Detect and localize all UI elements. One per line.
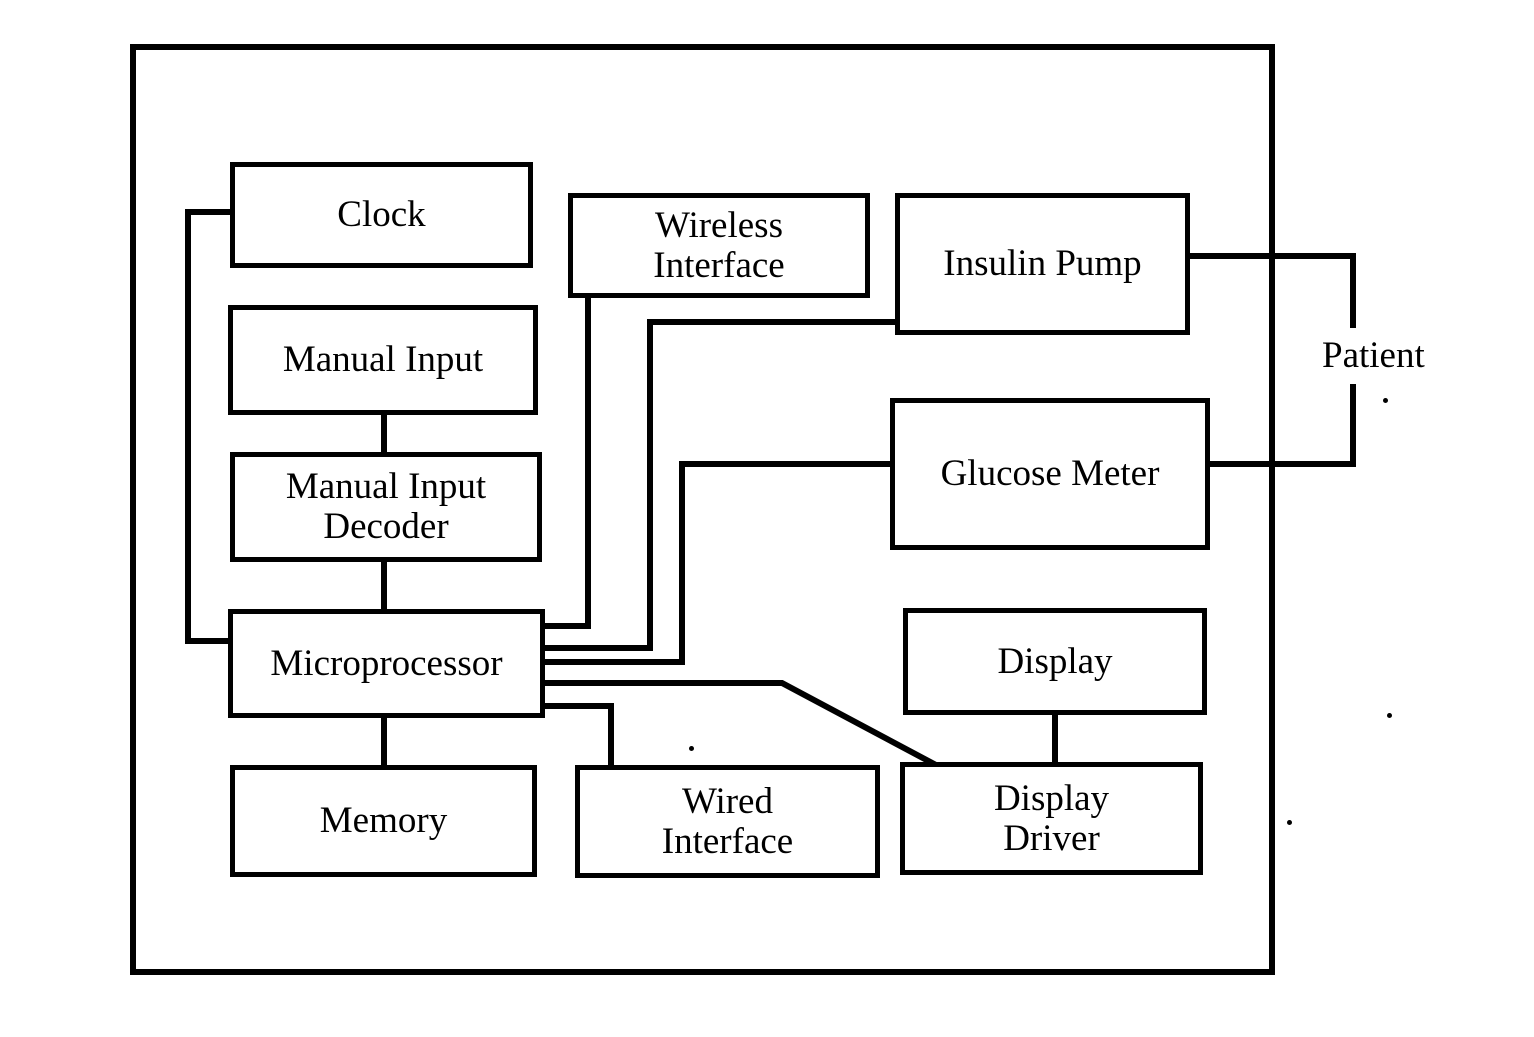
block-microprocessor[interactable]: Microprocessor <box>228 609 545 718</box>
scan-speck <box>689 746 694 751</box>
block-manual-input-label: Manual Input <box>282 339 484 381</box>
wire-microprocessor-to-wireless-if <box>545 298 591 629</box>
block-display[interactable]: Display <box>903 608 1207 715</box>
block-display-label: Display <box>997 640 1113 682</box>
block-memory[interactable]: Memory <box>230 765 537 877</box>
block-clock-label: Clock <box>337 194 426 236</box>
block-display-driver[interactable]: Display Driver <box>900 762 1203 875</box>
block-wireless-interface-label: Wireless Interface <box>653 204 785 286</box>
label-patient: Patient <box>1322 335 1425 376</box>
wire-clock-to-microprocessor <box>185 209 230 644</box>
block-manual-input-decoder[interactable]: Manual Input Decoder <box>230 452 542 562</box>
block-wired-interface-label: Wired Interface <box>661 780 794 862</box>
scan-speck <box>1387 713 1392 718</box>
block-wired-interface[interactable]: Wired Interface <box>575 765 880 878</box>
block-memory-label: Memory <box>319 800 448 842</box>
block-clock[interactable]: Clock <box>230 162 533 268</box>
block-manual-input[interactable]: Manual Input <box>228 305 538 415</box>
wire-microprocessor-to-insulin-pump <box>545 319 895 651</box>
block-wireless-interface[interactable]: Wireless Interface <box>568 193 870 298</box>
block-glucose-meter[interactable]: Glucose Meter <box>890 398 1210 550</box>
block-glucose-meter-label: Glucose Meter <box>940 453 1160 495</box>
block-display-driver-label: Display Driver <box>993 777 1110 859</box>
figure-canvas: Clock Manual Input Manual Input Decoder … <box>0 0 1534 1037</box>
wire-glucose-meter-to-patient <box>1210 384 1356 467</box>
block-manual-input-decoder-label: Manual Input Decoder <box>285 466 487 547</box>
scan-speck <box>1383 398 1388 403</box>
wire-microprocessor-to-glucose-meter <box>545 461 890 665</box>
block-insulin-pump[interactable]: Insulin Pump <box>895 193 1190 335</box>
block-microprocessor-label: Microprocessor <box>270 642 503 684</box>
wire-microprocessor-to-wired-if <box>545 703 614 765</box>
wire-microprocessor-to-display-driver <box>545 680 938 768</box>
scan-speck <box>1287 820 1292 825</box>
block-insulin-pump-label: Insulin Pump <box>943 243 1142 285</box>
